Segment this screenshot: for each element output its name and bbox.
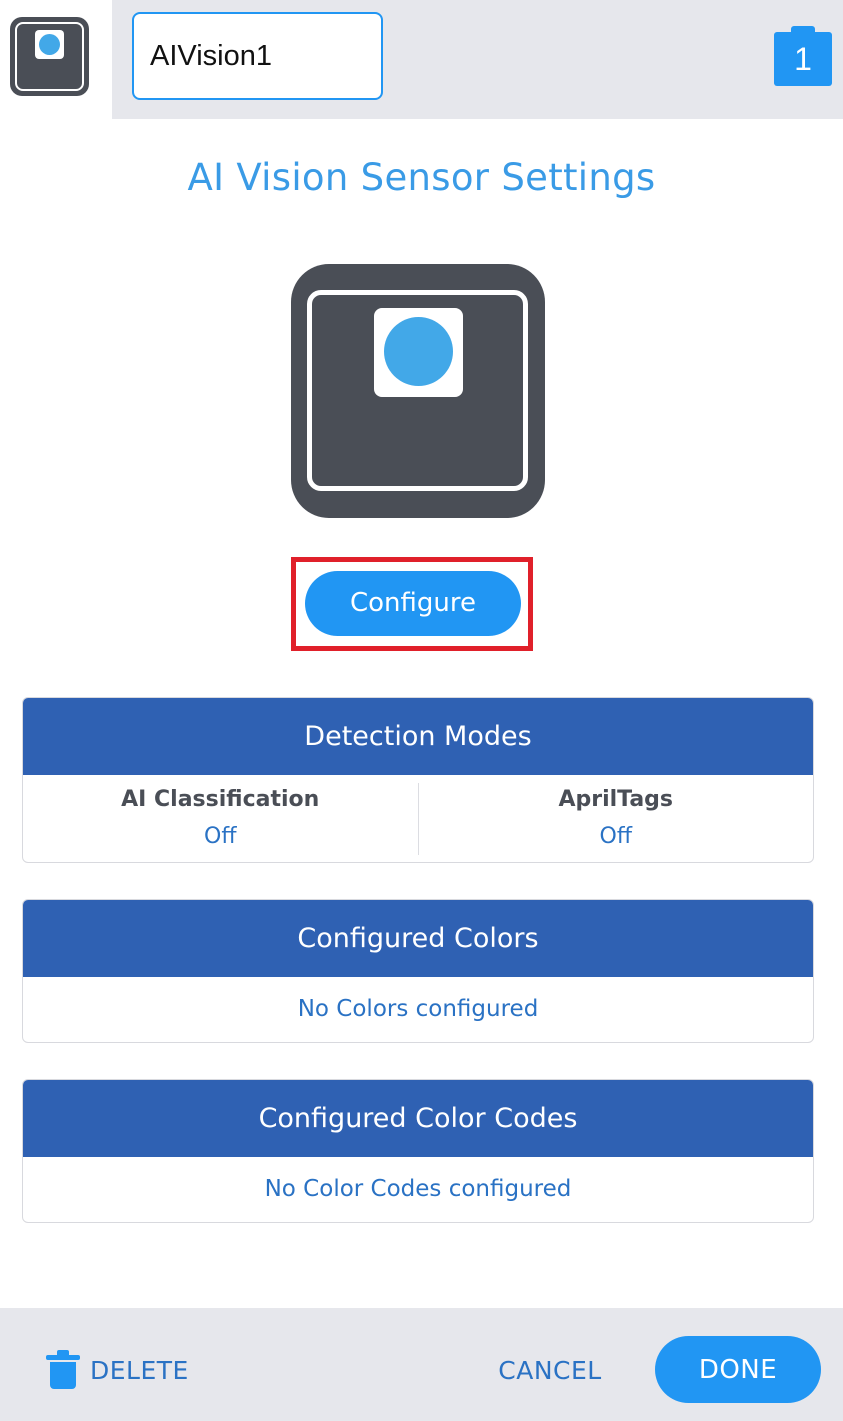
port-number: 1 xyxy=(774,32,832,86)
sensor-lens-box xyxy=(35,30,64,59)
configured-colors-card: Configured Colors No Colors configured xyxy=(22,899,814,1043)
page-title: AI Vision Sensor Settings xyxy=(187,156,656,199)
mode-name: AprilTags xyxy=(558,787,674,812)
configure-button[interactable]: Configure xyxy=(305,571,521,636)
sensor-lens-box-large xyxy=(374,308,463,397)
ai-vision-sensor-large-icon xyxy=(291,264,545,518)
done-button[interactable]: DONE xyxy=(655,1336,821,1403)
delete-button[interactable]: DELETE xyxy=(46,1348,189,1392)
mode-name: AI Classification xyxy=(121,787,320,812)
configured-color-codes-card: Configured Color Codes No Color Codes co… xyxy=(22,1079,814,1223)
configured-colors-empty: No Colors configured xyxy=(297,996,539,1022)
mode-apriltags[interactable]: AprilTags Off xyxy=(417,783,814,855)
trash-icon xyxy=(46,1350,80,1390)
detection-modes-card: Detection Modes AI Classification Off Ap… xyxy=(22,697,814,863)
cancel-button[interactable]: CANCEL xyxy=(490,1348,610,1392)
sensor-lens-large xyxy=(384,317,453,386)
sensor-lens xyxy=(39,34,60,55)
configured-color-codes-empty: No Color Codes configured xyxy=(264,1176,572,1202)
mode-value: Off xyxy=(599,824,632,849)
configured-color-codes-header: Configured Color Codes xyxy=(23,1080,813,1157)
detection-modes-list: AI Classification Off AprilTags Off xyxy=(23,775,814,862)
port-icon: 1 xyxy=(774,26,832,86)
detection-modes-header: Detection Modes xyxy=(23,698,813,775)
mode-value: Off xyxy=(204,824,237,849)
mode-ai-classification[interactable]: AI Classification Off xyxy=(23,775,418,862)
ai-vision-sensor-icon[interactable] xyxy=(10,17,89,96)
device-name-input[interactable] xyxy=(132,12,383,100)
configured-colors-header: Configured Colors xyxy=(23,900,813,977)
delete-label: DELETE xyxy=(90,1355,189,1385)
footer-bar: DELETE CANCEL DONE xyxy=(0,1308,843,1421)
top-bar: 1 xyxy=(0,0,843,119)
device-tile xyxy=(0,0,112,119)
